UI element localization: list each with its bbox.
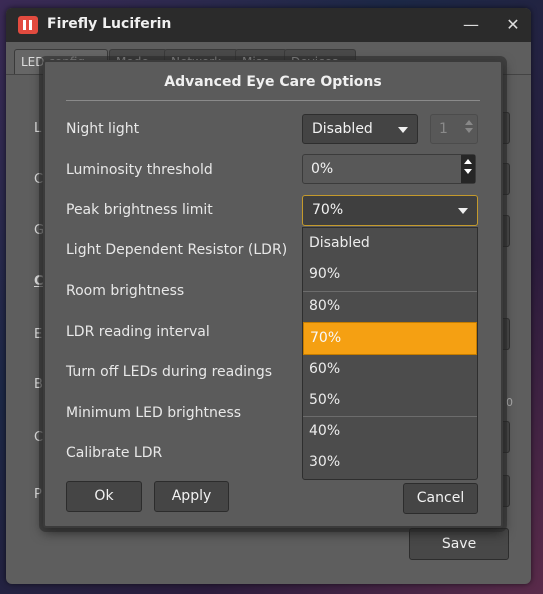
peak-brightness-select[interactable]: 70% <box>302 195 478 226</box>
chevron-down-icon <box>458 208 468 214</box>
night-light-value: Disabled <box>312 121 373 137</box>
background-label: C <box>34 172 44 187</box>
minimum-led-brightness-label: Minimum LED brightness <box>66 405 242 421</box>
dropdown-option[interactable]: 80% <box>303 291 477 322</box>
title-bar: Firefly Luciferin — ✕ <box>6 8 531 42</box>
dropdown-option[interactable]: 60% <box>303 354 477 385</box>
dialog-title: Advanced Eye Care Options <box>164 74 382 90</box>
dropdown-option[interactable]: 90% <box>303 259 477 290</box>
luminosity-threshold-label: Luminosity threshold <box>66 162 213 178</box>
night-light-label: Night light <box>66 121 140 137</box>
chevron-down-icon <box>398 127 408 133</box>
cancel-button[interactable]: Cancel <box>403 483 478 514</box>
background-label: C <box>34 430 44 445</box>
ok-button[interactable]: Ok <box>66 481 142 512</box>
background-slider-value: 0 <box>506 396 513 409</box>
save-button[interactable]: Save <box>409 528 509 560</box>
spinner-arrows[interactable] <box>463 117 475 136</box>
peak-brightness-dropdown: Disabled 90% 80% 70% 60% 50% 40% 30% <box>302 227 478 480</box>
close-button[interactable]: ✕ <box>499 13 527 37</box>
ldr-reading-interval-label: LDR reading interval <box>66 324 210 340</box>
night-light-spinner[interactable]: 1 <box>430 114 478 144</box>
room-brightness-label: Room brightness <box>66 283 185 299</box>
dropdown-option[interactable]: 40% <box>303 416 477 447</box>
background-label: P <box>34 487 42 502</box>
peak-brightness-value: 70% <box>312 202 344 218</box>
turn-off-leds-label: Turn off LEDs during readings <box>66 364 273 380</box>
arrow-up-icon <box>465 120 473 125</box>
dropdown-option[interactable]: 50% <box>303 385 477 416</box>
peak-brightness-label: Peak brightness limit <box>66 202 213 218</box>
arrow-down-icon <box>465 128 473 133</box>
dropdown-option[interactable]: 30% <box>303 447 477 478</box>
arrow-up-icon <box>464 159 472 164</box>
spinner-arrows[interactable] <box>461 155 475 183</box>
minimize-button[interactable]: — <box>457 13 485 37</box>
dialog-separator <box>66 100 480 101</box>
luminosity-threshold-value: 0% <box>311 161 334 177</box>
background-label: L <box>34 121 42 136</box>
dropdown-option-selected[interactable]: 70% <box>303 322 477 355</box>
night-light-spinner-value: 1 <box>439 121 448 137</box>
calibrate-ldr-label: Calibrate LDR <box>66 445 163 461</box>
window-title: Firefly Luciferin <box>47 16 172 32</box>
dropdown-option[interactable]: Disabled <box>303 228 477 259</box>
background-label: E <box>34 327 43 342</box>
ldr-label: Light Dependent Resistor (LDR) <box>66 242 288 258</box>
arrow-down-icon <box>464 169 472 174</box>
app-logo-icon <box>18 16 38 34</box>
luminosity-threshold-spinner[interactable]: 0% <box>302 154 476 184</box>
background-label: B <box>34 377 43 392</box>
night-light-select[interactable]: Disabled <box>302 114 418 144</box>
advanced-eye-care-dialog: Advanced Eye Care Options Night light Lu… <box>43 60 503 528</box>
apply-button[interactable]: Apply <box>154 481 229 512</box>
